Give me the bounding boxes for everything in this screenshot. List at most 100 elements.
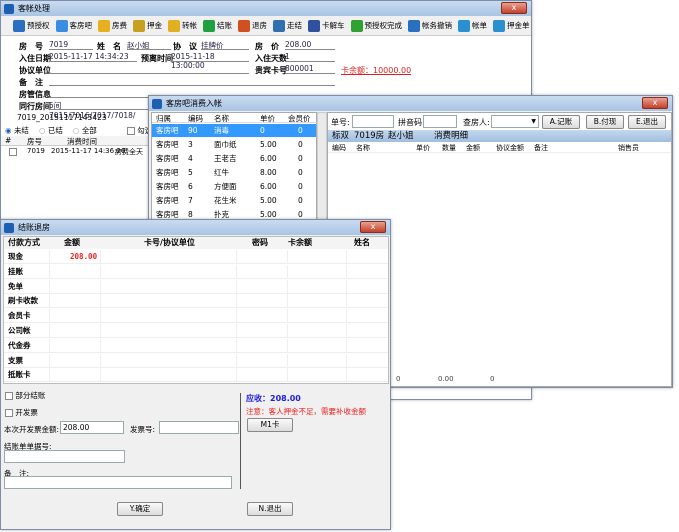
invoice-checkbox[interactable]: 开发票 (5, 407, 38, 418)
payment-method: 挂账 (8, 266, 23, 276)
bill-number: 7019_20151117143423 (17, 113, 107, 122)
app-logo-icon (4, 3, 14, 14)
list-item[interactable]: 客房吧 5 红牛 8.00 0 (152, 166, 316, 179)
list-item[interactable]: 客房吧 4 王老吉 6.00 0 (152, 152, 316, 165)
cell-divider (346, 250, 347, 264)
cell: 客房吧 (156, 182, 179, 191)
payment-row[interactable]: 支票 (4, 353, 388, 368)
companions-label: 同行房间 (19, 102, 51, 111)
radio-unsettled[interactable]: ◉ 未结 (5, 125, 29, 136)
checker-select[interactable]: ▼ (491, 115, 539, 128)
invoice-no-label: 发票号: (130, 425, 156, 434)
payment-row[interactable]: 抵账卡 (4, 368, 388, 383)
toolbar-label: 房费 (112, 21, 127, 30)
toolbar-button-10[interactable]: 帐务撤销 (408, 19, 452, 32)
room-field[interactable]: 7019 (49, 40, 93, 50)
row-checkbox[interactable] (9, 148, 17, 156)
cell-divider (236, 309, 237, 324)
payment-row[interactable]: 会员卡 (4, 309, 388, 324)
confirm-button[interactable]: Y.确定 (117, 502, 163, 516)
toolbar-label: 押金 (147, 21, 162, 30)
price-field[interactable]: 208.00 (285, 40, 335, 50)
toolbar-button-6[interactable]: 退房 (238, 19, 267, 32)
cell: 花生米 (214, 196, 237, 205)
days-field[interactable]: 1 (285, 52, 335, 62)
pay-cash-button[interactable]: B.付现 (586, 115, 624, 129)
toolbar-button-0[interactable]: 预授权 (13, 19, 50, 32)
invoice-no-input[interactable] (159, 421, 239, 434)
close-button[interactable]: x (642, 97, 668, 109)
window-title: 客房吧消费入帐 (166, 99, 222, 108)
cell-divider (287, 264, 288, 279)
exit-button[interactable]: E.退出 (628, 115, 666, 129)
expected-field[interactable]: 2015-11-18 13:00:00 (171, 52, 249, 70)
list-item[interactable]: 客房吧 6 方便面 6.00 0 (152, 180, 316, 193)
payment-row[interactable]: 免单 (4, 279, 388, 294)
toolbar-label: 帐单 (472, 21, 487, 30)
days-label: 入住天数 (255, 54, 287, 63)
table-row[interactable]: 7019 2015-11-17 14:36:26 房费全天 (1, 147, 149, 157)
bill-input[interactable] (352, 115, 394, 128)
cancel-button[interactable]: N.退出 (247, 502, 293, 516)
toolbar-button-5[interactable]: 结账 (203, 19, 232, 32)
list-item[interactable]: 客房吧 7 花生米 5.00 0 (152, 194, 316, 207)
payment-method: 公司帐 (8, 326, 31, 335)
toolbar-label: 客房吧 (69, 21, 93, 30)
checkin-field[interactable]: 2015-11-17 14:34:23 (49, 52, 137, 62)
remark-input[interactable] (4, 476, 232, 489)
partial-checkbox[interactable]: 部分结账 (5, 390, 45, 401)
payment-row[interactable]: 代金券 (4, 338, 388, 353)
column-header: 会员价 (288, 114, 311, 123)
toolbar-button-12[interactable]: 押金单 (493, 19, 530, 32)
manager-label: 房管信息 (19, 90, 51, 99)
payment-row[interactable]: 刷卡收款 (4, 294, 388, 309)
toolbar-button-3[interactable]: 押金 (133, 19, 162, 32)
cell-divider (100, 264, 101, 279)
companions-field[interactable]: 5间 7015/7016/7017/7018/ (49, 100, 149, 120)
agreement-field[interactable]: 挂牌价 (201, 40, 249, 50)
payment-row[interactable]: 现金 208.00 (4, 250, 388, 264)
m1-card-button[interactable]: M1卡 (247, 418, 293, 432)
slip-input[interactable] (4, 450, 125, 463)
column-header: 姓名 (354, 238, 370, 247)
cell: 6.00 (260, 182, 277, 191)
vip-field[interactable]: 800001 (285, 64, 335, 74)
name-field[interactable]: 赵小姐 (127, 40, 171, 50)
close-button[interactable]: x (360, 221, 386, 233)
cell: 红牛 (214, 168, 229, 177)
invoice-amount-input[interactable] (60, 421, 124, 434)
toolbar-label: 卡解车 (322, 21, 345, 30)
toolbar-button-1[interactable]: 客房吧 (55, 19, 93, 32)
radio-all[interactable]: ○ 全部 (73, 125, 97, 136)
scrollbar[interactable] (317, 112, 327, 222)
toolbar-button-4[interactable]: 转帐 (168, 19, 197, 32)
pinyin-input[interactable] (423, 115, 457, 128)
list-item[interactable]: 客房吧 3 面巾纸 5.00 0 (152, 138, 316, 151)
toolbar-button-2[interactable]: 房费 (98, 19, 127, 32)
payment-method: 抵账卡 (8, 370, 31, 380)
cell: 消毒 (214, 126, 229, 135)
list-item[interactable]: 客房吧 90 消毒 0 0 (152, 124, 316, 137)
close-button[interactable]: x (501, 2, 527, 14)
unit-field[interactable] (49, 64, 249, 74)
toolbar-button-7[interactable]: 走结 (273, 19, 302, 32)
cell: 4 (188, 154, 193, 163)
radio-settled[interactable]: ○ 已结 (39, 125, 63, 136)
toolbar-button-9[interactable]: 预授权完成 (350, 19, 402, 32)
payment-row[interactable]: 公司帐 (4, 324, 388, 338)
card-balance-link[interactable]: 卡余额：10000.00 (341, 65, 411, 76)
toolbar-button-11[interactable]: 帐单 (458, 19, 487, 32)
record-button[interactable]: A.记账 (542, 115, 580, 129)
receivable-amount: 应收：208.00 (246, 394, 301, 403)
cell-divider (287, 309, 288, 324)
toolbar-button-8[interactable]: 卡解车 (308, 19, 345, 32)
cash-amount[interactable]: 208.00 (70, 252, 97, 261)
toolbar-icon (168, 19, 180, 32)
toolbar-icon (273, 19, 285, 32)
remark-field[interactable] (49, 76, 335, 86)
payment-table-header: 付款方式 金额 卡号/协议单位 密码 卡余额 姓名 (4, 237, 388, 249)
invoice-amount-label: 本次开发票金额: (4, 425, 60, 434)
payment-row[interactable]: 挂账 (4, 264, 388, 279)
toolbar-icon (458, 19, 470, 32)
item-list-header: 归属 编码 名称 单价 会员价 (152, 113, 318, 123)
